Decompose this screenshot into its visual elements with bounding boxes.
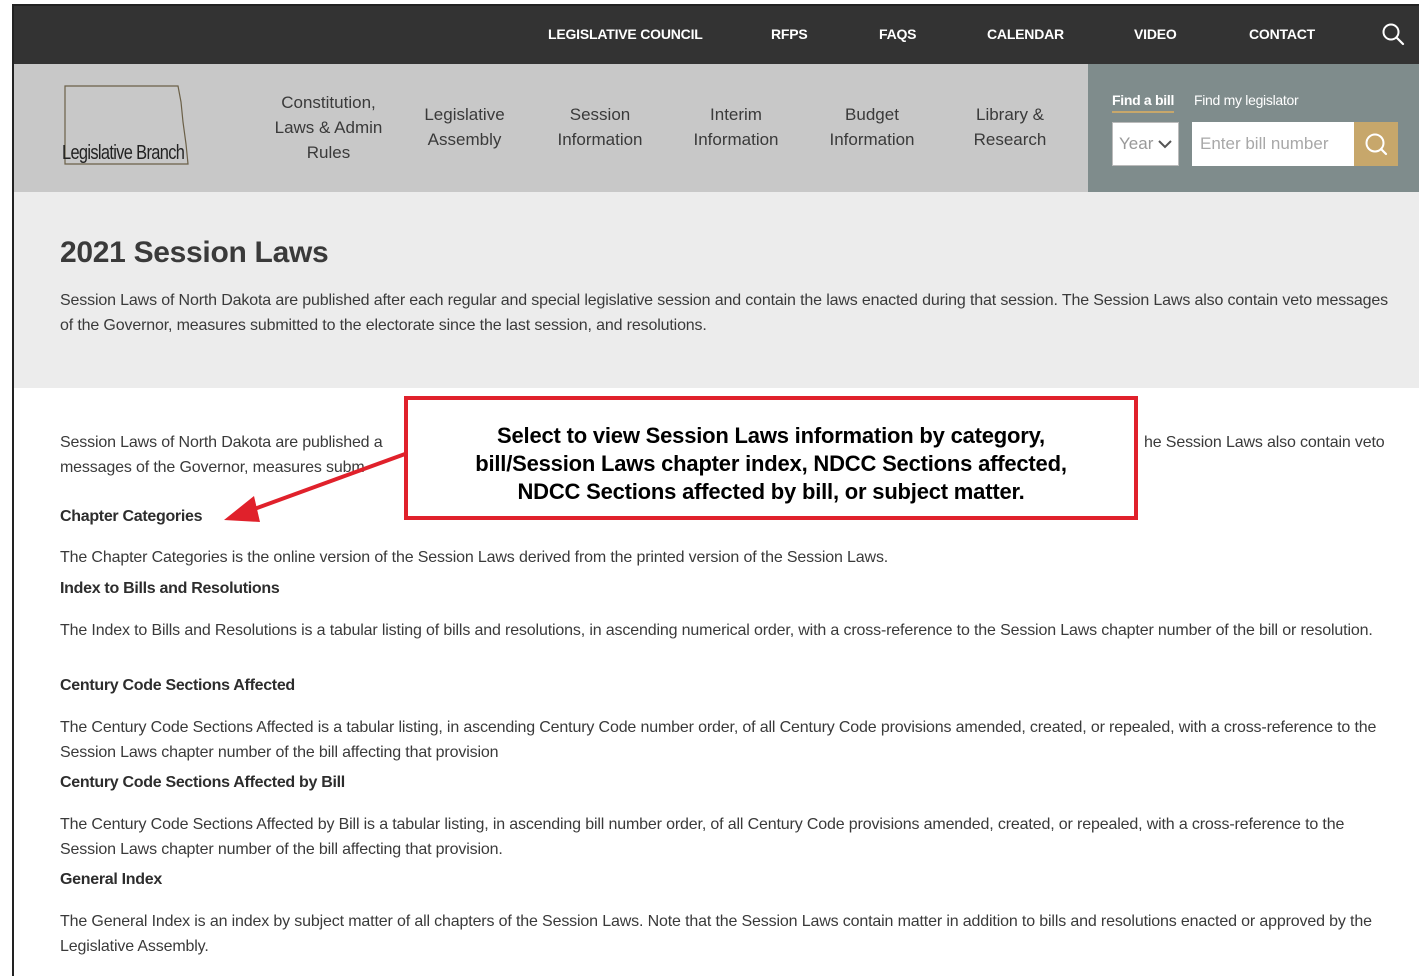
topnav-faqs[interactable]: FAQS [879,26,917,42]
tab-find-a-bill[interactable]: Find a bill [1112,92,1174,113]
top-utility-bar: LEGISLATIVE COUNCIL RFPS FAQS CALENDAR V… [14,6,1419,64]
callout-line-2: bill/Session Laws chapter index, NDCC Se… [475,451,1067,476]
nav-session-information[interactable]: Session Information [550,102,650,152]
link-chapter-categories[interactable]: Chapter Categories [60,508,203,526]
desc-chapter-categories: The Chapter Categories is the online ver… [60,549,889,566]
desc-general-index: The General Index is an index by subject… [60,913,1372,955]
annotation-arrow-icon [224,448,417,522]
chevron-down-icon [1158,140,1172,149]
topnav-rfps[interactable]: RFPS [771,26,808,42]
page-frame: LEGISLATIVE COUNCIL RFPS FAQS CALENDAR V… [12,4,1419,976]
callout-line-1: Select to view Session Laws information … [497,423,1045,448]
tab-find-my-legislator[interactable]: Find my legislator [1194,92,1299,108]
bill-search-button[interactable] [1354,122,1398,166]
year-select[interactable]: Year [1112,122,1179,166]
nav-budget-information[interactable]: Budget Information [822,102,922,152]
desc-index-bills-resolutions: The Index to Bills and Resolutions is a … [60,622,1373,639]
nav-library-research[interactable]: Library & Research [960,102,1060,152]
topnav-contact[interactable]: CONTACT [1249,26,1315,42]
desc-century-code-affected-by-bill: The Century Code Sections Affected by Bi… [60,816,1345,858]
search-icon [1365,133,1388,156]
intro-text-right: he Session Laws also contain veto [1144,434,1385,451]
annotation-callout: Select to view Session Laws information … [404,396,1138,520]
search-icon[interactable] [1381,22,1405,46]
link-century-code-affected-by-bill[interactable]: Century Code Sections Affected by Bill [60,774,345,792]
site-logo[interactable]: Legislative Branch [60,82,200,172]
page-title: 2021 Session Laws [60,236,329,269]
nav-interim-information[interactable]: Interim Information [686,102,786,152]
nav-legislative-assembly[interactable]: Legislative Assembly [412,102,517,152]
find-bill-panel: Find a bill Find my legislator Year [1088,64,1419,192]
topnav-legislative-council[interactable]: LEGISLATIVE COUNCIL [548,26,703,42]
link-index-bills-resolutions[interactable]: Index to Bills and Resolutions [60,580,280,598]
desc-century-code-affected: The Century Code Sections Affected is a … [60,719,1377,761]
main-header: Legislative Branch Constitution, Laws & … [14,64,1419,192]
topnav-calendar[interactable]: CALENDAR [987,26,1064,42]
year-select-value: Year [1119,134,1154,153]
page-hero: 2021 Session Laws Session Laws of North … [14,192,1419,388]
link-general-index[interactable]: General Index [60,871,162,889]
callout-line-3: NDCC Sections affected by bill, or subje… [517,479,1025,504]
bill-number-input[interactable] [1192,122,1354,166]
page-description: Session Laws of North Dakota are publish… [60,292,1389,334]
topnav-video[interactable]: VIDEO [1134,26,1177,42]
logo-text: Legislative Branch [62,142,185,164]
nav-constitution-laws[interactable]: Constitution, Laws & Admin Rules [266,90,391,165]
link-century-code-affected[interactable]: Century Code Sections Affected [60,677,295,695]
